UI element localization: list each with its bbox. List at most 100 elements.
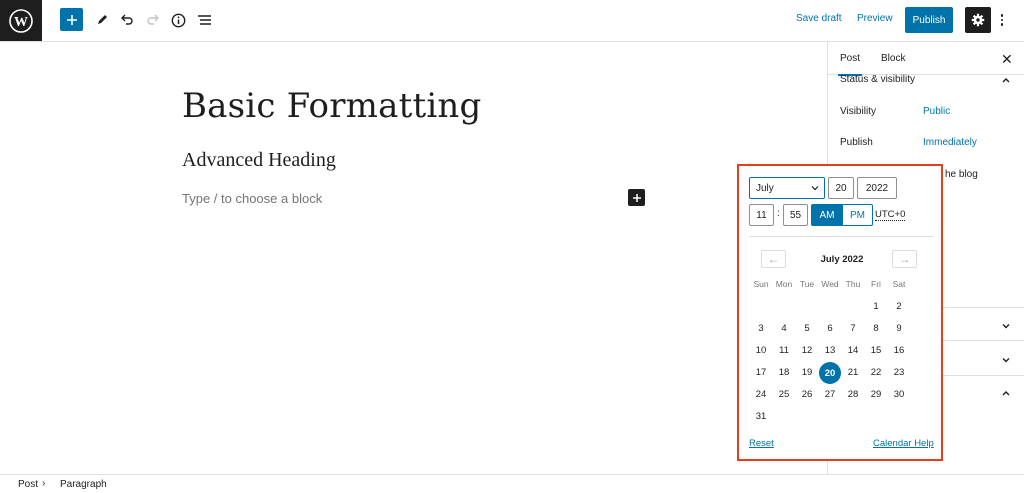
breadcrumb-paragraph[interactable]: Paragraph [60, 479, 107, 490]
pencil-icon [98, 15, 107, 24]
reset-link[interactable]: Reset [749, 438, 774, 449]
redo-icon [147, 14, 159, 25]
calendar-day[interactable]: 13 [819, 340, 841, 360]
inline-add-block-button[interactable] [628, 189, 645, 206]
calendar-day[interactable]: 7 [842, 318, 864, 338]
list-view-icon [197, 15, 211, 25]
calendar-day[interactable]: 24 [750, 384, 772, 404]
calendar-day[interactable]: 3 [750, 318, 772, 338]
preview-button[interactable]: Preview [857, 13, 893, 24]
next-month-button[interactable]: → [892, 250, 917, 268]
dot-icon [1000, 18, 1004, 22]
tab-post[interactable]: Post [837, 53, 863, 76]
prev-month-button[interactable]: ← [761, 250, 786, 268]
visibility-label: Visibility [840, 106, 876, 117]
gear-icon [971, 13, 985, 27]
calendar-day[interactable]: 2 [888, 296, 910, 316]
calendar-help-link[interactable]: Calendar Help [873, 438, 934, 449]
arrow-right-icon: → [898, 252, 911, 266]
calendar-day[interactable]: 4 [773, 318, 795, 338]
wordpress-logo-icon[interactable]: W [0, 0, 42, 41]
calendar-day[interactable]: 28 [842, 384, 864, 404]
settings-button[interactable] [965, 7, 991, 33]
calendar-day[interactable]: 27 [819, 384, 841, 404]
calendar-day[interactable]: 21 [842, 362, 864, 382]
calendar-day[interactable]: 6 [819, 318, 841, 338]
year-input[interactable]: 2022 [857, 177, 897, 199]
weekday-label: Thu [845, 279, 861, 289]
post-title[interactable]: Basic Formatting [182, 86, 481, 126]
undo-button[interactable] [115, 8, 139, 32]
arrow-left-icon: ← [767, 252, 780, 266]
calendar-day[interactable]: 9 [888, 318, 910, 338]
month-select[interactable]: July [749, 177, 825, 199]
more-options-button[interactable] [994, 8, 1010, 32]
tab-block[interactable]: Block [881, 53, 905, 64]
calendar-day[interactable]: 22 [865, 362, 887, 382]
details-button[interactable] [166, 8, 190, 32]
save-draft-button[interactable]: Save draft [796, 13, 842, 24]
day-input[interactable]: 20 [828, 177, 854, 199]
weekday-label: Sat [892, 279, 906, 289]
chevron-up-icon[interactable] [1001, 75, 1011, 85]
calendar-day[interactable]: 12 [796, 340, 818, 360]
calendar-day[interactable]: 8 [865, 318, 887, 338]
info-icon [171, 13, 185, 27]
calendar-day[interactable]: 25 [773, 384, 795, 404]
edit-tools-button[interactable] [90, 8, 114, 32]
calendar-day[interactable]: 14 [842, 340, 864, 360]
calendar-day[interactable]: 23 [888, 362, 910, 382]
calendar-day[interactable]: 1 [865, 296, 887, 316]
weekday-label: Fri [871, 279, 881, 289]
chevron-down-icon[interactable] [1001, 321, 1011, 331]
undo-icon [121, 14, 133, 25]
divider [749, 236, 933, 237]
month-value: July [756, 182, 774, 194]
calendar-day[interactable]: 18 [773, 362, 795, 382]
am-button[interactable]: AM [811, 204, 843, 226]
list-view-button[interactable] [192, 8, 216, 32]
calendar-day[interactable]: 11 [773, 340, 795, 360]
heading-block[interactable]: Advanced Heading [182, 149, 336, 172]
visibility-value[interactable]: Public [923, 106, 950, 117]
redo-button[interactable] [141, 8, 165, 32]
breadcrumb-post[interactable]: Post [18, 479, 38, 490]
hour-input[interactable]: 11 [749, 204, 774, 226]
chevron-up-icon[interactable] [1001, 388, 1011, 398]
editor-toolbar: W Save draft Preview Publish [0, 0, 1024, 42]
calendar-day[interactable]: 5 [796, 318, 818, 338]
calendar-day[interactable]: 30 [888, 384, 910, 404]
calendar-day-selected[interactable]: 20 [819, 362, 841, 384]
calendar-day[interactable]: 19 [796, 362, 818, 382]
pm-button[interactable]: PM [842, 204, 873, 226]
chevron-right-icon: › [42, 478, 46, 489]
minute-input[interactable]: 55 [783, 204, 808, 226]
plus-icon [632, 193, 641, 202]
calendar-day[interactable]: 16 [888, 340, 910, 360]
close-icon[interactable]: ✕ [1001, 51, 1013, 68]
weekday-label: Wed [821, 279, 839, 289]
paragraph-placeholder[interactable]: Type / to choose a block [182, 191, 322, 206]
date-picker-popover: July 20 2022 11 : 55 AM PM UTC+0 ← July … [737, 164, 943, 461]
timezone-label[interactable]: UTC+0 [875, 209, 906, 221]
dot-icon [1000, 23, 1004, 26]
sidebar-tabs: Post Block ✕ [828, 42, 1024, 76]
publish-value[interactable]: Immediately [923, 137, 977, 148]
publish-button[interactable]: Publish [905, 7, 953, 33]
weekday-label: Mon [775, 279, 793, 289]
calendar-day[interactable]: 10 [750, 340, 772, 360]
dot-icon [1000, 14, 1004, 17]
weekday-label: Tue [799, 279, 815, 289]
chevron-down-icon[interactable] [1001, 355, 1011, 365]
calendar-title: July 2022 [820, 254, 864, 265]
panel-title-status[interactable]: Status & visibility [840, 74, 915, 85]
calendar-day[interactable]: 15 [865, 340, 887, 360]
calendar-day[interactable]: 31 [750, 406, 772, 426]
publish-label: Publish [840, 137, 873, 148]
calendar-day[interactable]: 29 [865, 384, 887, 404]
plus-icon [66, 14, 77, 25]
add-block-button[interactable] [60, 8, 83, 31]
calendar-day[interactable]: 26 [796, 384, 818, 404]
calendar-day[interactable]: 17 [750, 362, 772, 382]
block-breadcrumb: Post › Paragraph [0, 474, 1024, 493]
